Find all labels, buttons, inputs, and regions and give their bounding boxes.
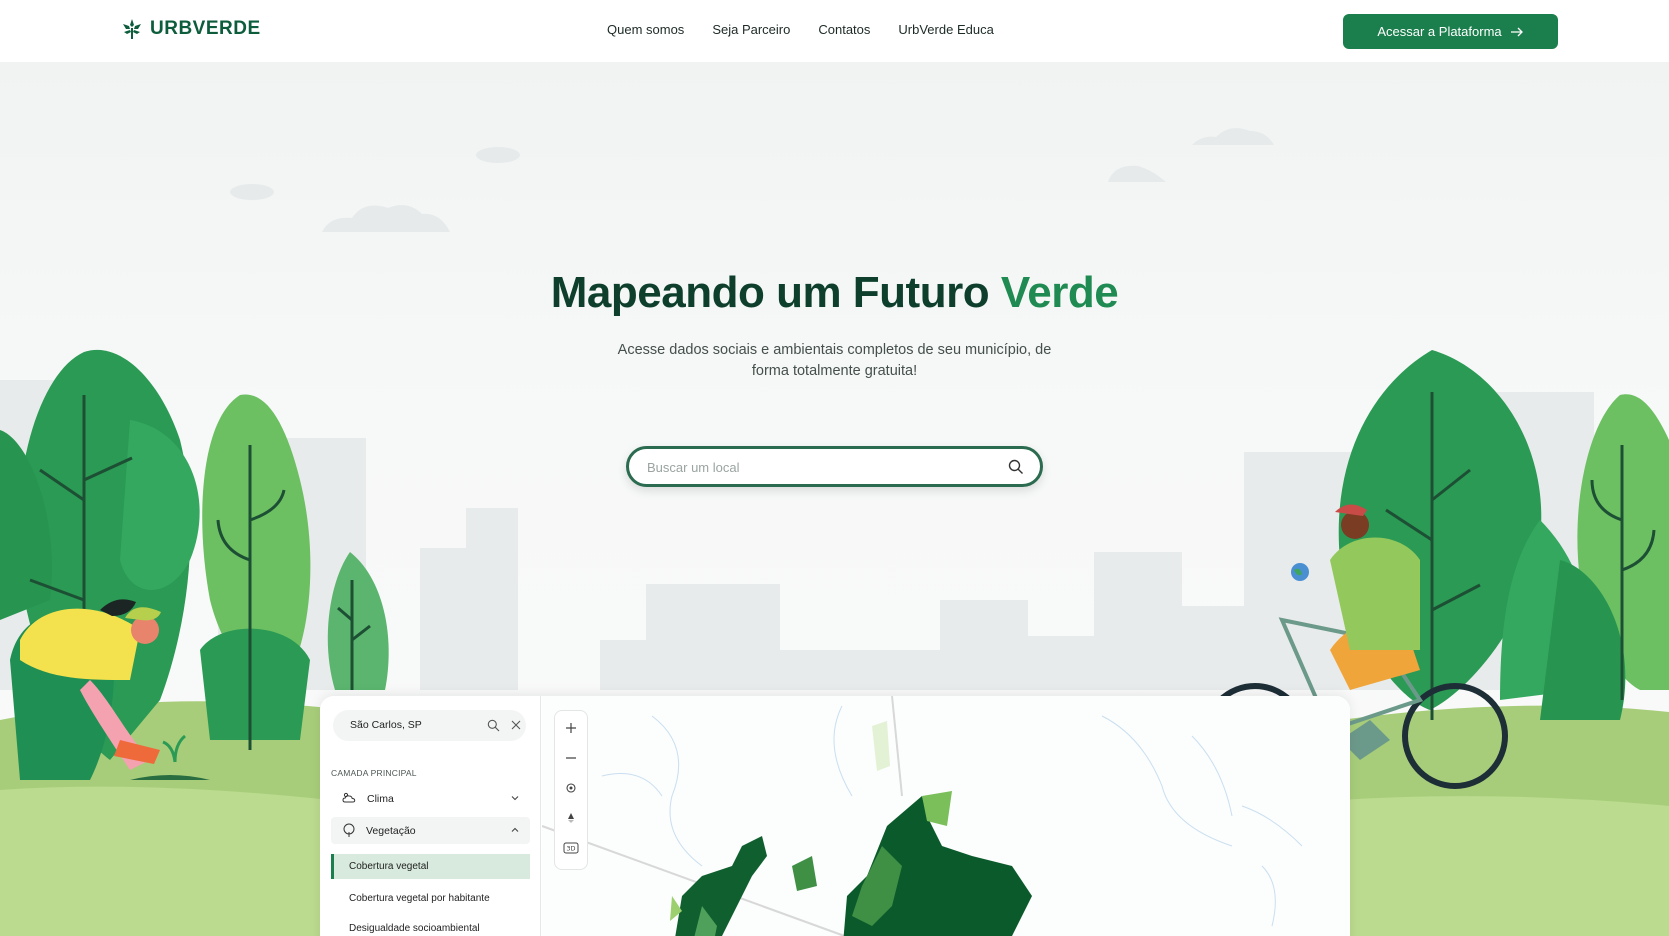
nav-link-quem-somos[interactable]: Quem somos <box>607 22 684 37</box>
compass-icon[interactable] <box>555 803 587 833</box>
panel-search-value: São Carlos, SP <box>350 719 422 731</box>
main-nav: Quem somos Seja Parceiro Contatos UrbVer… <box>607 22 994 37</box>
3d-icon[interactable]: 3D <box>555 833 587 863</box>
layer-cobertura-vegetal-habitante[interactable]: Cobertura vegetal por habitante <box>331 886 530 911</box>
locate-icon[interactable] <box>555 773 587 803</box>
clouds <box>230 128 1274 232</box>
hero-title: Mapeando um Futuro Verde <box>0 268 1669 318</box>
hero-subtitle: Acesse dados sociais e ambientais comple… <box>617 342 1052 379</box>
site-header: URBVERDE Quem somos Seja Parceiro Contat… <box>0 0 1669 62</box>
logo-text: URBVERDE <box>150 18 261 39</box>
cloud-sun-icon <box>342 792 357 806</box>
search-icon[interactable] <box>487 719 500 732</box>
location-search-bar <box>626 446 1043 487</box>
chevron-up-icon <box>511 827 519 832</box>
3d-label: 3D <box>566 845 575 853</box>
close-icon[interactable] <box>510 719 522 731</box>
layers-panel: São Carlos, SP CAMADA PRINCIPAL Clima Ve… <box>320 696 541 936</box>
map-view[interactable]: 3D <box>542 696 1350 936</box>
nav-link-contatos[interactable]: Contatos <box>818 22 870 37</box>
hero-title-main: Mapeando um Futuro <box>550 268 990 317</box>
access-platform-label: Acessar a Plataforma <box>1377 24 1502 39</box>
category-vegetacao-label: Vegetação <box>366 824 416 837</box>
category-clima-label: Clima <box>367 792 394 805</box>
layer-desigualdade-socioambiental[interactable]: Desigualdade socioambiental <box>331 916 530 936</box>
location-search-input[interactable] <box>647 457 987 477</box>
access-platform-button[interactable]: Acessar a Plataforma <box>1343 14 1558 49</box>
search-icon[interactable] <box>1008 459 1024 475</box>
tree-logo-icon <box>123 19 141 39</box>
layer-cobertura-vegetal[interactable]: Cobertura vegetal <box>331 854 530 879</box>
category-vegetacao[interactable]: Vegetação <box>331 817 530 844</box>
vegetation-map <box>542 696 1303 936</box>
chevron-down-icon <box>511 796 519 801</box>
nav-link-seja-parceiro[interactable]: Seja Parceiro <box>712 22 790 37</box>
platform-preview: São Carlos, SP CAMADA PRINCIPAL Clima Ve… <box>320 696 1350 936</box>
zoom-out-icon[interactable] <box>555 743 587 773</box>
section-label: CAMADA PRINCIPAL <box>331 768 417 778</box>
category-clima[interactable]: Clima <box>331 785 530 812</box>
map-toolbar: 3D <box>554 710 588 870</box>
hero-title-accent: Verde <box>1000 268 1119 317</box>
logo[interactable]: URBVERDE <box>120 17 261 41</box>
panel-search-field[interactable]: São Carlos, SP <box>333 710 526 741</box>
tree-icon <box>342 823 356 838</box>
arrow-right-icon <box>1510 27 1523 36</box>
zoom-in-icon[interactable] <box>555 713 587 743</box>
nav-link-urbverde-educa[interactable]: UrbVerde Educa <box>898 22 993 37</box>
